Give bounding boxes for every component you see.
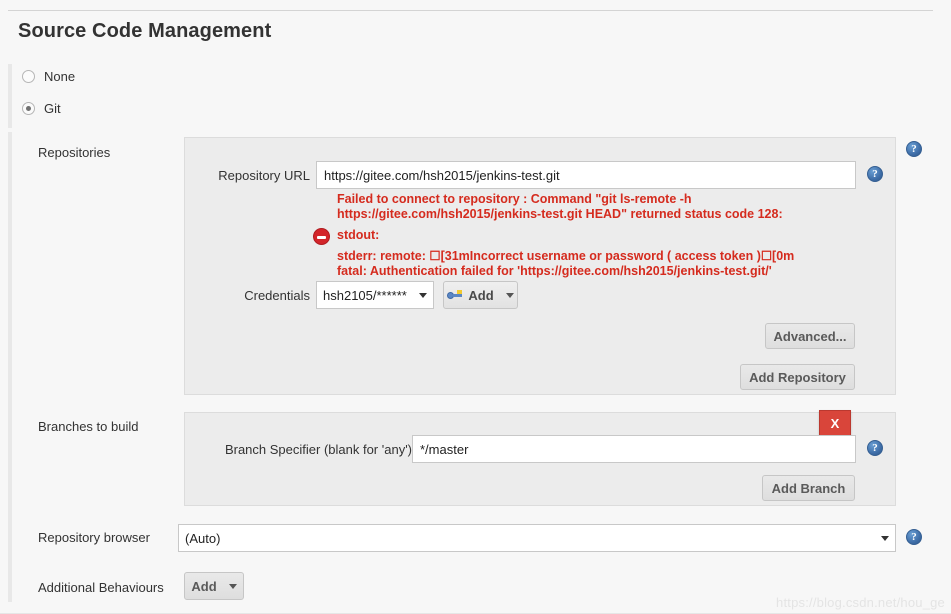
scm-option-none[interactable]: None	[22, 69, 75, 84]
header-divider	[8, 10, 933, 11]
left-guide-bar-top	[8, 64, 12, 128]
branch-specifier-help-icon[interactable]: ?	[867, 440, 883, 456]
chevron-down-icon	[419, 292, 427, 298]
repository-browser-select[interactable]: (Auto)	[178, 524, 896, 552]
additional-behaviours-label: Additional Behaviours	[38, 580, 164, 595]
error-message-line-3: stdout:	[337, 228, 380, 242]
repository-url-input[interactable]	[316, 161, 856, 189]
branches-section-label: Branches to build	[38, 419, 139, 434]
repositories-section-label: Repositories	[38, 145, 111, 160]
advanced-button[interactable]: Advanced...	[765, 323, 855, 349]
add-branch-button[interactable]: Add Branch	[762, 475, 855, 501]
scm-option-git-label: Git	[44, 101, 61, 116]
watermark: https://blog.csdn.net/hou_ge	[776, 595, 945, 610]
repositories-help-icon[interactable]: ?	[906, 141, 922, 157]
key-icon	[447, 290, 463, 300]
delete-branch-button[interactable]: X	[819, 410, 851, 436]
scm-option-none-label: None	[44, 69, 76, 84]
credentials-select[interactable]: hsh2105/******	[316, 281, 434, 309]
radio-none[interactable]	[22, 70, 35, 83]
branch-specifier-label: Branch Specifier (blank for 'any')	[224, 442, 412, 457]
error-icon	[313, 228, 330, 245]
error-message-line-2: https://gitee.com/hsh2015/jenkins-test.g…	[337, 207, 783, 221]
chevron-down-icon	[228, 583, 237, 589]
repository-url-help-icon[interactable]: ?	[867, 166, 883, 182]
scm-config-page: Source Code Management None Git Reposito…	[0, 0, 951, 614]
error-message-line-4: stderr: remote: ☐[31mIncorrect username …	[337, 249, 795, 263]
repository-browser-value: (Auto)	[185, 530, 221, 546]
error-message-line-1: Failed to connect to repository : Comman…	[337, 192, 692, 206]
credentials-label: Credentials	[244, 288, 310, 303]
add-behaviour-label: Add	[191, 578, 217, 594]
radio-git[interactable]	[22, 102, 35, 115]
add-behaviour-button[interactable]: Add	[184, 572, 244, 600]
credentials-select-value: hsh2105/******	[323, 287, 407, 303]
branch-specifier-input[interactable]	[412, 435, 856, 463]
scm-option-git[interactable]: Git	[22, 101, 61, 116]
error-message-line-5: fatal: Authentication failed for 'https:…	[337, 264, 772, 278]
page-title: Source Code Management	[18, 20, 272, 42]
repository-browser-label: Repository browser	[38, 530, 150, 545]
add-repository-button[interactable]: Add Repository	[740, 364, 855, 390]
add-credentials-label: Add	[468, 287, 494, 303]
repository-url-label: Repository URL	[218, 168, 310, 183]
chevron-down-icon	[505, 292, 514, 298]
chevron-down-icon	[881, 535, 889, 541]
repository-browser-help-icon[interactable]: ?	[906, 529, 922, 545]
add-credentials-button[interactable]: Add	[443, 281, 518, 309]
